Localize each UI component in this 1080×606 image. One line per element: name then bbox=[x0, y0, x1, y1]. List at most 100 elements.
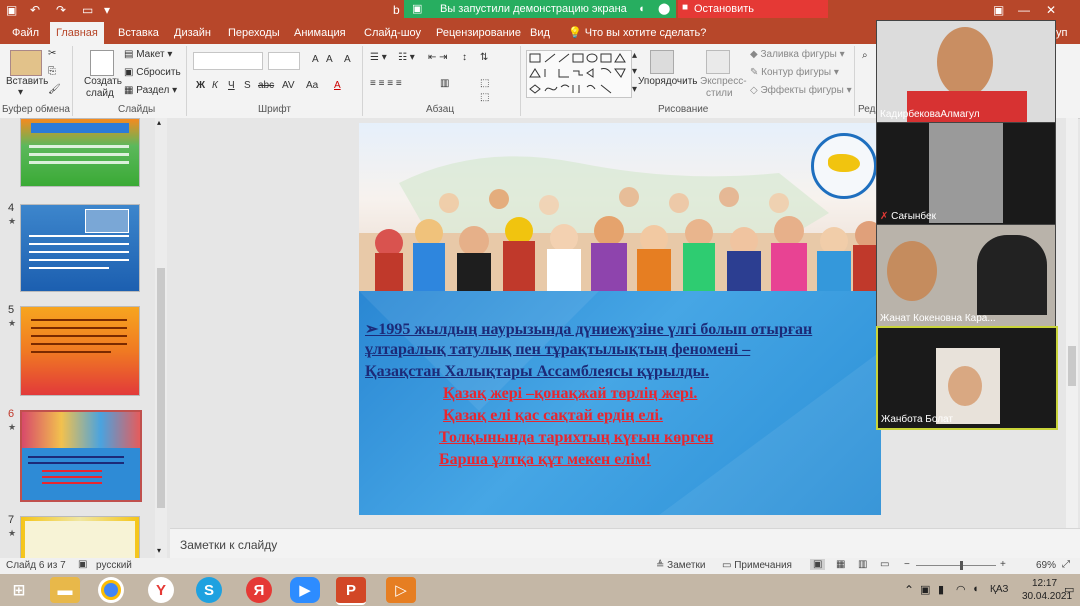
shapes-scroll-up-icon[interactable]: ▴ bbox=[632, 50, 637, 61]
indent-icon[interactable]: ⇤ ⇥ bbox=[428, 52, 448, 63]
zoom-app-icon[interactable]: ▶ bbox=[290, 577, 320, 603]
ribbon-display-icon[interactable]: ▣ bbox=[993, 3, 1004, 17]
slide-sorter-icon[interactable]: ▦ bbox=[836, 559, 845, 570]
smartart-icon[interactable]: ⬚ bbox=[480, 92, 489, 103]
shapes-gallery[interactable] bbox=[526, 50, 632, 98]
tell-me-box[interactable]: 💡 Что вы хотите сделать? bbox=[562, 22, 712, 44]
powerpoint-icon[interactable]: P bbox=[336, 577, 366, 605]
layout-button[interactable]: ▤ Макет ▾ bbox=[124, 49, 172, 60]
clear-format-icon[interactable]: A bbox=[344, 54, 351, 65]
customize-toolbar-icon[interactable]: ▾ bbox=[104, 3, 110, 17]
mic-icon[interactable]: ◖ bbox=[638, 0, 645, 18]
current-slide[interactable]: ➢1995 жылдың наурызында дүниежүзіне үлгі… bbox=[359, 123, 881, 515]
keyboard-language[interactable]: ҚАЗ bbox=[990, 584, 1008, 595]
start-windows-icon[interactable]: ⊞ bbox=[4, 577, 34, 603]
text-direction-icon[interactable]: ⇅ bbox=[480, 52, 488, 63]
paste-dropdown-icon[interactable]: ▾ bbox=[18, 87, 23, 98]
notes-pane[interactable]: Заметки к слайду bbox=[170, 528, 1080, 559]
bold-button[interactable]: Ж bbox=[196, 80, 205, 91]
tab-view[interactable]: Вид bbox=[524, 22, 556, 44]
tab-animations[interactable]: Анимация bbox=[288, 22, 352, 44]
tray-expand-icon[interactable]: ⌃ bbox=[904, 583, 914, 597]
shrink-font-icon[interactable]: A bbox=[326, 54, 333, 65]
chrome-icon[interactable] bbox=[98, 577, 124, 603]
bullets-icon[interactable]: ☰ ▾ bbox=[370, 52, 387, 63]
tab-design[interactable]: Дизайн bbox=[168, 22, 217, 44]
comments-toggle[interactable]: ▭ Примечания bbox=[722, 560, 792, 571]
notifications-icon[interactable]: ▭ bbox=[1064, 583, 1074, 596]
volume-icon[interactable]: ◖ bbox=[972, 583, 979, 595]
numbering-icon[interactable]: ☷ ▾ bbox=[398, 52, 415, 63]
yandex-browser-icon[interactable]: Я bbox=[246, 577, 272, 603]
tab-insert[interactable]: Вставка bbox=[112, 22, 165, 44]
paste-icon[interactable] bbox=[10, 50, 42, 76]
paste-button[interactable]: Вставить bbox=[6, 76, 48, 87]
language-indicator[interactable]: русский bbox=[96, 560, 132, 571]
copy-icon[interactable]: ⎘ bbox=[48, 66, 56, 77]
notes-toggle[interactable]: ≜ Заметки bbox=[656, 560, 705, 571]
char-spacing-button[interactable]: AV bbox=[282, 80, 295, 91]
reset-button[interactable]: ▣ Сбросить bbox=[124, 67, 181, 78]
quick-styles-icon[interactable] bbox=[706, 50, 730, 74]
reading-view-icon[interactable]: ▥ bbox=[858, 559, 867, 570]
skype-icon[interactable]: S bbox=[196, 577, 222, 603]
shape-fill-button[interactable]: ◆ Заливка фигуры ▾ bbox=[750, 49, 845, 60]
zoom-slider-thumb[interactable] bbox=[960, 561, 963, 570]
close-icon[interactable]: ✕ bbox=[1046, 3, 1056, 17]
scroll-up-icon[interactable]: ▴ bbox=[157, 118, 161, 127]
scroll-down-icon[interactable]: ▾ bbox=[157, 546, 161, 555]
slideshow-start-icon[interactable]: ▭ bbox=[82, 3, 93, 17]
file-explorer-icon[interactable]: ▬ bbox=[50, 577, 80, 603]
quick-styles-label-2[interactable]: стили bbox=[706, 88, 733, 99]
fit-slide-icon[interactable]: ⤢ bbox=[1062, 559, 1070, 570]
find-icon[interactable]: ⌕ bbox=[862, 50, 868, 61]
tab-slideshow[interactable]: Слайд-шоу bbox=[358, 22, 427, 44]
slide-thumbnail-4[interactable] bbox=[20, 204, 140, 292]
clock-time[interactable]: 12:17 bbox=[1032, 578, 1057, 589]
stop-share-button[interactable]: ■ Остановить демонстрацию bbox=[678, 0, 828, 33]
participant-video[interactable]: КадирбековаАлмагул bbox=[876, 20, 1056, 124]
scroll-thumb[interactable] bbox=[157, 268, 165, 508]
yandex-icon[interactable]: Y bbox=[148, 577, 174, 603]
format-painter-icon[interactable]: 🖌 bbox=[48, 84, 61, 95]
participant-video[interactable]: Жанат Кокеновна Кара... bbox=[876, 224, 1056, 328]
shape-outline-button[interactable]: ✎ Контур фигуры ▾ bbox=[750, 67, 839, 78]
change-case-button[interactable]: Aa bbox=[306, 80, 318, 91]
minimize-icon[interactable]: — bbox=[1018, 3, 1030, 17]
columns-icon[interactable]: ▥ bbox=[440, 78, 449, 89]
section-button[interactable]: ▦ Раздел ▾ bbox=[124, 85, 177, 96]
new-slide-label-2[interactable]: слайд bbox=[86, 88, 114, 99]
italic-button[interactable]: К bbox=[212, 80, 218, 91]
zoom-in-icon[interactable]: + bbox=[1000, 559, 1006, 570]
slide-thumbnail-6-selected[interactable] bbox=[20, 410, 142, 502]
slideshow-view-icon[interactable]: ▭ bbox=[880, 559, 889, 570]
tab-home[interactable]: Главная bbox=[50, 22, 104, 44]
normal-view-icon[interactable]: ▣ bbox=[810, 559, 826, 570]
line-spacing-icon[interactable]: ↕ bbox=[462, 52, 467, 63]
shape-effects-button[interactable]: ◇ Эффекты фигуры ▾ bbox=[750, 85, 852, 96]
network-icon[interactable]: ▮ bbox=[938, 583, 944, 596]
media-player-icon[interactable]: ▷ bbox=[386, 577, 416, 603]
strikethrough-button[interactable]: abc bbox=[258, 80, 274, 91]
align-text-icon[interactable]: ⬚ bbox=[480, 78, 489, 89]
arrange-button[interactable]: Упорядочить bbox=[638, 76, 698, 87]
font-color-button[interactable]: A bbox=[334, 80, 341, 91]
scroll-thumb[interactable] bbox=[1068, 346, 1076, 386]
cut-icon[interactable]: ✂ bbox=[48, 48, 56, 59]
tab-transitions[interactable]: Переходы bbox=[222, 22, 286, 44]
spellcheck-icon[interactable]: ▣ bbox=[78, 559, 87, 570]
slide-thumbnail-3[interactable] bbox=[20, 118, 140, 187]
tray-icon[interactable]: ▣ bbox=[920, 583, 930, 596]
undo-icon[interactable]: ↶ bbox=[30, 3, 40, 17]
new-slide-label-1[interactable]: Создать bbox=[84, 76, 122, 87]
slide-thumbnail-7[interactable] bbox=[20, 516, 140, 560]
tab-review[interactable]: Рецензирование bbox=[430, 22, 527, 44]
tab-file[interactable]: Файл bbox=[6, 22, 45, 44]
new-slide-icon[interactable] bbox=[90, 50, 114, 76]
zoom-out-icon[interactable]: − bbox=[904, 559, 910, 570]
thumbnail-scrollbar[interactable]: ▴ ▾ bbox=[155, 118, 167, 558]
shadow-button[interactable]: S bbox=[244, 80, 251, 91]
arrange-icon[interactable] bbox=[650, 50, 674, 74]
shapes-scroll-down-icon[interactable]: ▾ bbox=[632, 66, 637, 77]
quick-styles-label-1[interactable]: Экспресс- bbox=[700, 76, 747, 87]
